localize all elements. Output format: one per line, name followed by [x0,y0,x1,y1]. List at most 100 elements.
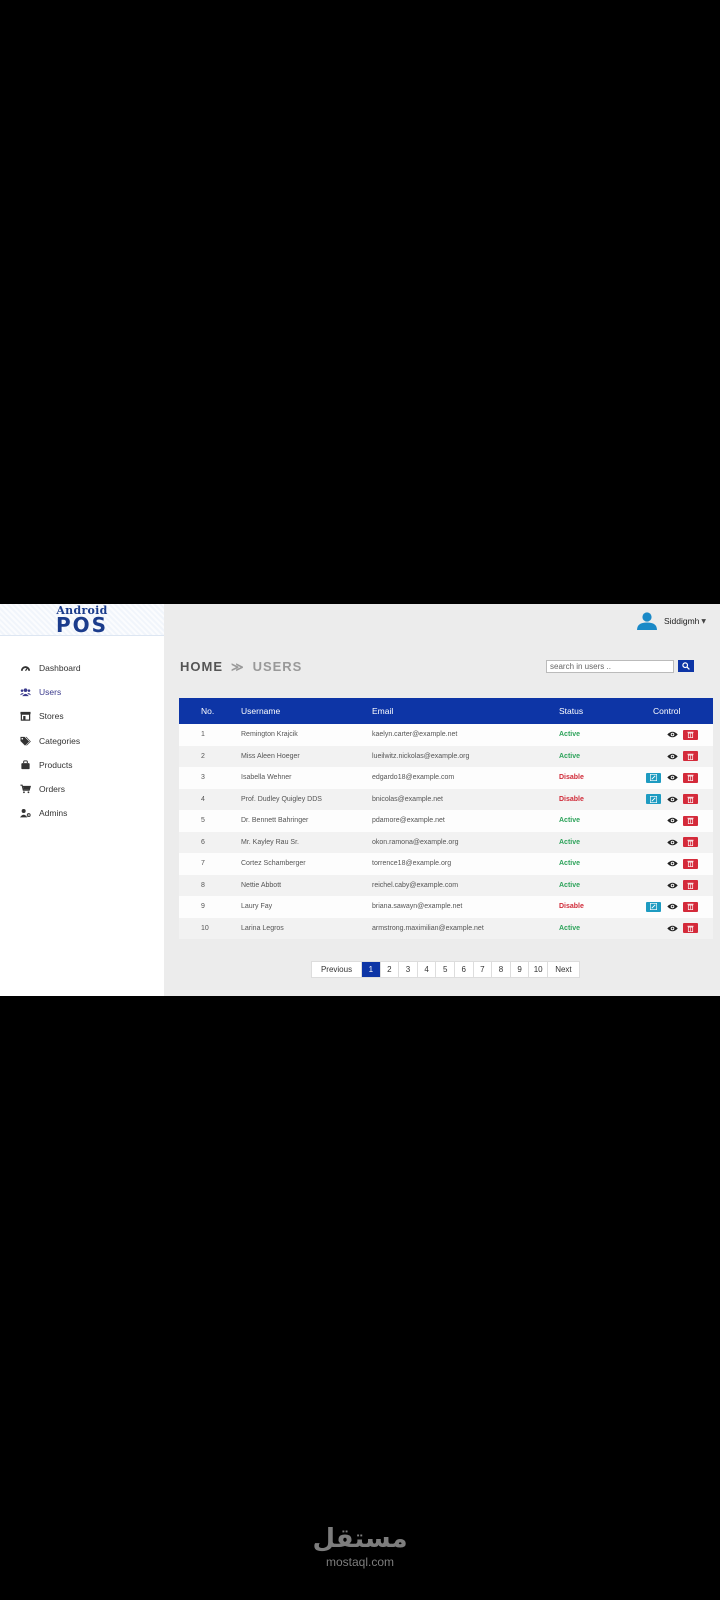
table-body: 1 Remington Krajcik kaelyn.carter@example.… [179,724,713,939]
delete-button[interactable] [683,880,698,891]
cell-username: Remington Krajcik [241,731,298,739]
android-pos-logo[interactable]: Android POS [0,604,164,636]
column-header-username: Username [241,706,281,716]
sidebar: Android POS Dashboard Users Stores Categ… [0,604,164,996]
trash-icon [687,818,694,825]
sidebar-nav: Dashboard Users Stores Categories Produc… [0,656,164,825]
pagination-page-3[interactable]: 3 [399,962,418,977]
sidebar-item-products[interactable]: Products [0,753,164,777]
sidebar-item-dashboard[interactable]: Dashboard [0,656,164,680]
sidebar-item-label: Users [39,687,62,698]
search-icon [682,662,690,670]
cell-no: 3 [201,774,205,782]
eye-icon [667,839,678,845]
delete-button[interactable] [683,751,698,762]
edit-icon [650,795,657,803]
watermark-domain: mostaql.com [325,1555,395,1569]
view-button[interactable] [667,859,678,869]
delete-button[interactable] [683,794,698,805]
sidebar-item-categories[interactable]: Categories [0,729,164,753]
cell-no: 7 [201,860,205,868]
cell-username: Isabella Wehner [241,774,292,782]
table-row: 6 Mr. Kayley Rau Sr. okon.ramona@example.o… [179,831,713,854]
edit-icon [650,903,657,911]
edit-button[interactable] [646,901,661,912]
top-bar: Siddigmh ▼ [164,604,720,636]
status-badge: Active [559,817,581,825]
view-button[interactable] [667,816,678,826]
status-badge: Disable [559,795,584,803]
trash-icon [687,775,694,782]
view-button[interactable] [667,880,678,890]
view-button[interactable] [667,794,678,804]
cell-email: okon.ramona@example.org [372,838,459,846]
sidebar-item-admins[interactable]: Admins [0,801,164,825]
cell-no: 9 [201,903,205,911]
edit-button[interactable] [646,794,661,805]
cell-no: 6 [201,838,205,846]
user-name: Siddigmh [663,616,700,626]
table-row: 4 Prof. Dudley Quigley DDS bnicolas@exampl… [179,788,713,810]
eye-icon [667,882,678,888]
search-button[interactable] [678,660,694,672]
pagination-page-7[interactable]: 7 [474,962,493,977]
cell-control [631,724,713,746]
pagination-page-1[interactable]: 1 [362,962,381,977]
edit-button[interactable] [646,772,661,783]
delete-button[interactable] [683,729,698,740]
cart-icon [19,784,31,794]
cell-control [631,832,713,854]
search-input[interactable] [546,660,674,673]
column-header-email: Email [372,706,394,716]
view-button[interactable] [667,751,678,761]
delete-button[interactable] [683,815,698,826]
sidebar-item-orders[interactable]: Orders [0,777,164,801]
trash-icon [687,732,694,739]
pagination-page-5[interactable]: 5 [436,962,455,977]
column-header-control: Control [653,706,681,716]
view-button[interactable] [667,773,678,783]
pagination-page-2[interactable]: 2 [381,962,400,977]
eye-icon [667,818,678,824]
tags-icon [19,736,31,746]
pagination-page-8[interactable]: 8 [492,962,511,977]
view-button[interactable] [667,923,678,933]
status-badge: Active [559,860,581,868]
delete-button[interactable] [683,858,698,869]
cell-email: torrence18@example.org [372,860,452,868]
pagination-page-6[interactable]: 6 [455,962,474,977]
pagination-page-9[interactable]: 9 [511,962,530,977]
view-button[interactable] [667,902,678,912]
breadcrumb-home[interactable]: HOME [180,659,223,674]
cell-email: lueilwitz.nickolas@example.org [372,752,470,760]
pagination-page-10[interactable]: 10 [529,962,548,977]
breadcrumb-current: USERS [252,659,303,674]
sidebar-item-stores[interactable]: Stores [0,704,164,728]
cell-no: 10 [201,924,209,932]
view-button[interactable] [667,837,678,847]
store-icon [19,711,31,722]
trash-icon [687,753,694,760]
breadcrumb: HOME ≫ USERS [180,659,302,674]
admin-icon [19,808,31,818]
bag-icon [19,760,31,770]
delete-button[interactable] [683,837,698,848]
pagination-page-4[interactable]: 4 [418,962,437,977]
cell-email: reichel.caby@example.com [372,881,459,889]
user-menu[interactable]: Siddigmh ▼ [636,612,706,630]
cell-no: 2 [201,752,205,760]
pagination-previous[interactable]: Previous [312,962,362,977]
cell-username: Dr. Bennett Bahringer [241,817,309,825]
view-button[interactable] [667,730,678,740]
delete-button[interactable] [683,901,698,912]
sidebar-item-label: Stores [39,711,64,722]
status-badge: Active [559,752,581,760]
cell-email: bnicolas@example.net [372,795,443,803]
delete-button[interactable] [683,923,698,934]
sidebar-item-users[interactable]: Users [0,680,164,704]
pagination-next[interactable]: Next [548,962,579,977]
eye-icon [667,775,678,781]
table-header-row: No. Username Email Status Control [179,698,713,724]
sidebar-item-label: Products [39,759,73,770]
delete-button[interactable] [683,772,698,783]
